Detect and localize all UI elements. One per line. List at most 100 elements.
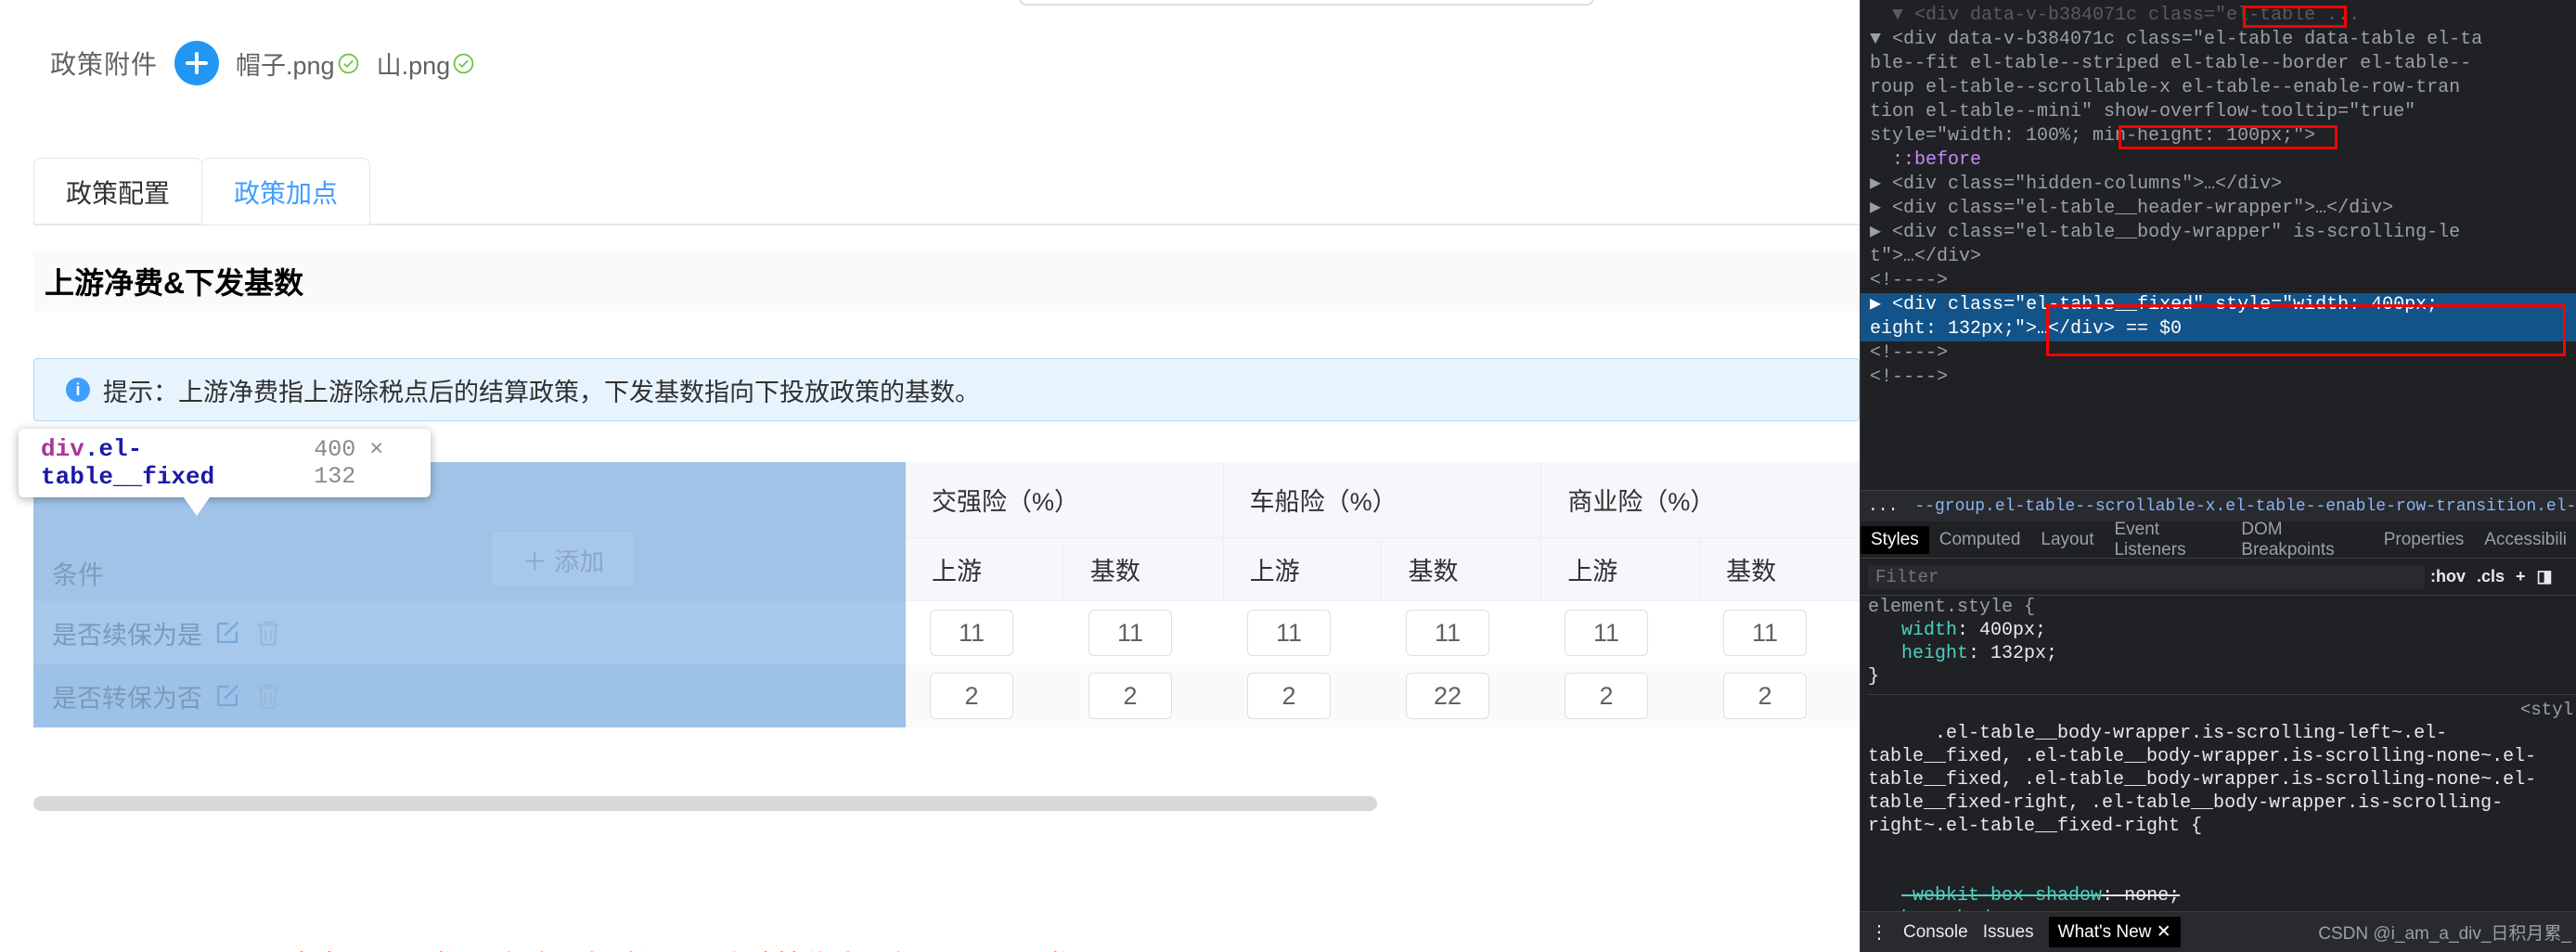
- property-name[interactable]: height: [1901, 643, 1968, 664]
- table-row-label: 是否续保为是: [52, 615, 202, 651]
- dom-line[interactable]: ble--fit el-table--striped el-table--bor…: [1861, 52, 2576, 76]
- rule-selector-row[interactable]: .el-table__body-wrapper.is-scrolling-lef…: [1868, 699, 2576, 884]
- declaration[interactable]: height: 132px;: [1868, 642, 2576, 665]
- table-row: 是否转保为否: [33, 664, 906, 727]
- value-input[interactable]: 11: [1247, 610, 1331, 656]
- tab-accessibility[interactable]: Accessibili: [2474, 526, 2576, 554]
- edit-icon[interactable]: [212, 680, 243, 712]
- breadcrumb-overflow[interactable]: ...: [1868, 497, 1898, 516]
- value-input[interactable]: 2: [1247, 673, 1331, 719]
- dom-line-selected[interactable]: ▶ <div class="el-table__fixed" style="wi…: [1861, 293, 2576, 317]
- column-sub-header: 基数: [1064, 538, 1224, 601]
- tab-policy-config[interactable]: 政策配置: [33, 158, 202, 225]
- column-group-header: 交强险（%）: [906, 462, 1224, 538]
- table-row: 2 2 2 22 2 2: [906, 664, 1860, 727]
- value-input[interactable]: 11: [1406, 610, 1489, 656]
- table-row: 是否续保为是: [33, 601, 906, 664]
- table-scroll-area: 交强险（%） 车船险（%） 商业险（%） 上游 基数 上游 基数 上游 基数 1…: [906, 462, 1860, 707]
- table-sub-header-row: 上游 基数 上游 基数 上游 基数: [906, 538, 1860, 601]
- tab-properties[interactable]: Properties: [2374, 526, 2475, 554]
- dom-line[interactable]: roup el-table--scrollable-x el-table--en…: [1861, 76, 2576, 100]
- value-input[interactable]: 11: [1088, 610, 1172, 656]
- property-value[interactable]: 132px;: [1990, 643, 2057, 664]
- tab-styles[interactable]: Styles: [1861, 526, 1929, 554]
- value-input[interactable]: 2: [930, 673, 1013, 719]
- styles-filter-bar: :hov .cls + ◨: [1861, 559, 2576, 596]
- dom-line[interactable]: ▼ <div data-v-b384071c class="el-table d…: [1861, 28, 2576, 52]
- value-input[interactable]: 11: [1565, 610, 1648, 656]
- tab-policy-points[interactable]: 政策加点: [201, 158, 370, 225]
- more-options-icon[interactable]: ⋮: [1870, 920, 1888, 945]
- declaration[interactable]: -webkit-box-shadow: none;: [1868, 884, 2576, 907]
- check-circle-icon: [337, 52, 360, 75]
- rule-source[interactable]: <styl: [2520, 699, 2573, 722]
- value-input[interactable]: 11: [930, 610, 1013, 656]
- declaration[interactable]: width: 400px;: [1868, 619, 2576, 642]
- hov-button[interactable]: :hov: [2425, 567, 2471, 586]
- attachment-file-item[interactable]: 山.png: [377, 45, 476, 82]
- value-input[interactable]: 22: [1406, 673, 1489, 719]
- value-input[interactable]: 2: [1723, 673, 1807, 719]
- toggle-sidebar-icon[interactable]: ◨: [2531, 567, 2558, 586]
- dom-line-comment[interactable]: <!---->: [1861, 269, 2576, 293]
- info-alert-text: 提示：上游净费指上游除税点后的结算政策，下发基数指向下投放政策的基数。: [103, 372, 980, 408]
- dom-tree: ▼ <div data-v-b384071c class="el-table .…: [1861, 0, 2576, 490]
- dom-line[interactable]: ▶ <div class="el-table__header-wrapper">…: [1861, 197, 2576, 221]
- policy-table: 条件 ＋ 添加 是否续保为是 是否转保为否: [33, 462, 1860, 815]
- trash-icon[interactable]: [252, 680, 284, 712]
- rule-selector[interactable]: .el-table__body-wrapper.is-scrolling-lef…: [1868, 723, 2536, 837]
- add-condition-button[interactable]: ＋ 添加: [490, 531, 637, 588]
- breadcrumb-segment[interactable]: --group.el-table--scrollable-x.el-table-…: [1909, 495, 2576, 518]
- drawer-tab-console[interactable]: Console: [1903, 922, 1968, 943]
- rule-selector[interactable]: element.style {: [1868, 596, 2576, 619]
- table-row: 11 11 11 11 11 11: [906, 601, 1860, 664]
- annotation-part: 可以正常用: [958, 943, 1097, 952]
- top-input-stub: [1019, 0, 1594, 6]
- annotation-part: 有滚动条时候且不会遮挡住滚动条: [497, 943, 915, 952]
- value-input[interactable]: 2: [1088, 673, 1172, 719]
- dom-line[interactable]: ▼ <div data-v-b384071c class="el-table .…: [1861, 4, 2576, 28]
- filter-input[interactable]: [1868, 565, 2425, 589]
- drawer-tab-whats-new[interactable]: What's New ✕: [2049, 917, 2181, 947]
- dom-line-selected[interactable]: eight: 132px;">…</div> == $0: [1861, 317, 2576, 341]
- inspected-web-page: 政策附件 帽子.png 山.png 政策配置 政策加点 上游净费&下发基数 i …: [0, 0, 1860, 952]
- edit-icon[interactable]: [212, 617, 243, 649]
- dom-line[interactable]: ▶ <div class="el-table__body-wrapper" is…: [1861, 221, 2576, 245]
- dom-line[interactable]: style="width: 100%; min-height: 100px;">: [1861, 124, 2576, 148]
- plus-circle-icon[interactable]: [174, 41, 219, 85]
- table-cell: 2: [1540, 673, 1699, 719]
- new-rule-button[interactable]: +: [2510, 567, 2531, 586]
- dom-line-pseudo[interactable]: ::before: [1861, 148, 2576, 173]
- info-icon: i: [66, 378, 90, 402]
- drawer-tab-issues[interactable]: Issues: [1983, 922, 2034, 943]
- table-cell: 11: [1540, 610, 1699, 656]
- trash-icon[interactable]: [252, 617, 284, 649]
- tab-layout[interactable]: Layout: [2030, 526, 2104, 554]
- tab-computed[interactable]: Computed: [1929, 526, 2031, 554]
- devtools-drawer: ⋮ Console Issues What's New ✕ CSDN @i_am…: [1861, 911, 2576, 952]
- dom-line-comment[interactable]: <!---->: [1861, 341, 2576, 366]
- cls-button[interactable]: .cls: [2471, 567, 2510, 586]
- dom-line[interactable]: tion el-table--mini" show-overflow-toolt…: [1861, 100, 2576, 124]
- dom-line[interactable]: t">…</div>: [1861, 245, 2576, 269]
- attachment-row: 政策附件 帽子.png 山.png: [0, 41, 1860, 85]
- attachment-file-item[interactable]: 帽子.png: [236, 45, 360, 82]
- tab-dom-breakpoints[interactable]: DOM Breakpoints: [2231, 516, 2373, 564]
- property-value[interactable]: none;: [2124, 885, 2180, 907]
- value-input[interactable]: 11: [1723, 610, 1807, 656]
- property-value[interactable]: 400px;: [1979, 620, 2046, 641]
- attachment-file-name: 帽子.png: [236, 45, 335, 82]
- horizontal-scrollbar[interactable]: [33, 796, 1377, 811]
- tab-event-listeners[interactable]: Event Listeners: [2104, 516, 2231, 564]
- drawer-tab-label: What's New: [2058, 922, 2152, 942]
- inspector-tag: div: [41, 435, 84, 463]
- dom-line[interactable]: ▶ <div class="hidden-columns">…</div>: [1861, 173, 2576, 197]
- condition-header: 条件: [52, 555, 104, 592]
- property-name[interactable]: width: [1901, 620, 1957, 641]
- annotation-part: 内容显示正常: [288, 943, 455, 952]
- property-name[interactable]: -webkit-box-shadow: [1901, 885, 2102, 907]
- column-sub-header: 基数: [1382, 538, 1541, 601]
- dom-line-comment[interactable]: <!---->: [1861, 366, 2576, 390]
- close-icon[interactable]: ✕: [2157, 922, 2171, 942]
- value-input[interactable]: 2: [1565, 673, 1648, 719]
